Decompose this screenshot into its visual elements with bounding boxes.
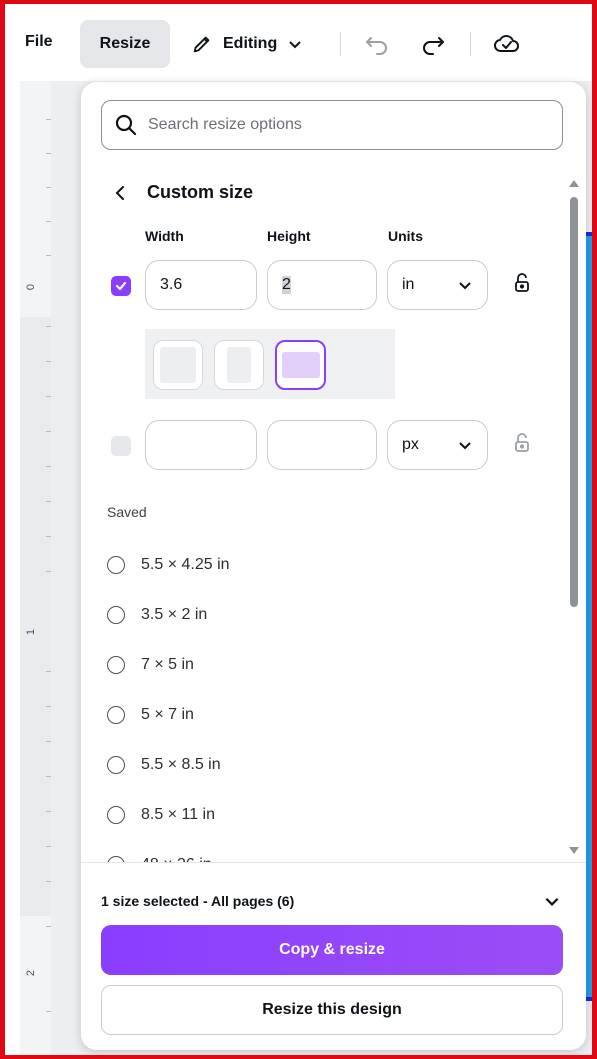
width-column-label: Width — [145, 228, 184, 244]
search-box[interactable] — [101, 100, 563, 150]
vertical-ruler: 0 1 2 — [20, 81, 51, 1055]
height-value: 2 — [282, 276, 291, 294]
size-row-checkbox[interactable] — [111, 436, 131, 456]
selection-summary[interactable]: 1 size selected - All pages (6) — [101, 893, 294, 909]
orientation-portrait[interactable] — [214, 340, 264, 390]
units-value: px — [402, 436, 419, 453]
saved-size-item[interactable]: 3.5 × 2 in — [107, 590, 547, 640]
resize-button[interactable]: Resize — [80, 20, 170, 68]
unlock-icon[interactable] — [513, 432, 531, 454]
size-row-checkbox[interactable] — [111, 276, 131, 296]
saved-size-label: 5.5 × 8.5 in — [141, 756, 221, 773]
ruler-label: 1 — [25, 628, 38, 636]
editing-mode-button[interactable]: Editing — [191, 26, 303, 62]
radio-button[interactable] — [107, 706, 125, 724]
editing-label: Editing — [223, 35, 278, 52]
check-icon — [115, 281, 127, 291]
app-window: File Resize Editing 0 1 2 Search resize … — [5, 4, 592, 1055]
saved-size-label: 5.5 × 4.25 in — [141, 556, 230, 573]
chevron-down-icon — [459, 442, 471, 450]
radio-button[interactable] — [107, 806, 125, 824]
units-select[interactable]: px — [387, 420, 488, 470]
units-column-label: Units — [388, 228, 423, 244]
pencil-icon — [193, 36, 210, 53]
saved-size-item[interactable]: 5.5 × 8.5 in — [107, 740, 547, 790]
back-chevron-icon[interactable] — [113, 185, 127, 201]
resize-design-button[interactable]: Resize this design — [101, 985, 563, 1035]
resize-button-label: Resize — [99, 35, 151, 52]
ruler-label: 2 — [25, 969, 38, 977]
saved-size-item[interactable]: 5.5 × 4.25 in — [107, 540, 547, 590]
saved-size-label: 8.5 × 11 in — [141, 806, 215, 823]
saved-size-label: 5 × 7 in — [141, 706, 194, 723]
orientation-landscape[interactable] — [275, 340, 326, 390]
orientation-square[interactable] — [153, 340, 203, 390]
chevron-down-icon[interactable] — [543, 892, 561, 910]
unlock-icon[interactable] — [513, 272, 531, 294]
saved-size-item[interactable]: 8.5 × 11 in — [107, 790, 547, 840]
saved-size-item[interactable]: 5 × 7 in — [107, 690, 547, 740]
height-column-label: Height — [267, 228, 311, 244]
saved-section-label: Saved — [107, 504, 147, 520]
radio-button[interactable] — [107, 556, 125, 574]
saved-sizes-list: 5.5 × 4.25 in 3.5 × 2 in 7 × 5 in 5 × 7 … — [107, 540, 547, 890]
chevron-down-icon — [289, 41, 301, 49]
toolbar-divider — [470, 32, 471, 56]
redo-icon[interactable] — [419, 30, 447, 58]
saved-size-label: 7 × 5 in — [141, 656, 194, 673]
width-value: 3.6 — [160, 276, 183, 293]
width-input[interactable] — [145, 420, 257, 470]
search-icon — [115, 114, 137, 136]
cloud-saved-icon[interactable] — [493, 30, 521, 58]
custom-size-header: Custom size — [113, 182, 253, 203]
undo-icon[interactable] — [363, 30, 391, 58]
resize-panel: Custom size Width Height Units 3.6 2 in — [81, 82, 586, 1050]
chevron-down-icon — [459, 282, 471, 290]
height-input[interactable]: 2 — [267, 260, 377, 310]
scrollbar-thumb[interactable] — [570, 197, 578, 607]
height-input[interactable] — [267, 420, 377, 470]
units-select[interactable]: in — [387, 260, 488, 310]
panel-title: Custom size — [147, 182, 254, 202]
ruler-label: 0 — [25, 283, 38, 291]
scroll-down-arrow-icon[interactable] — [569, 847, 579, 854]
file-menu[interactable]: File — [25, 33, 53, 51]
saved-size-label: 3.5 × 2 in — [141, 606, 208, 623]
saved-size-item[interactable]: 7 × 5 in — [107, 640, 547, 690]
radio-button[interactable] — [107, 656, 125, 674]
radio-button[interactable] — [107, 756, 125, 774]
copy-resize-button[interactable]: Copy & resize — [101, 925, 563, 975]
panel-footer: 1 size selected - All pages (6) Copy & r… — [81, 862, 586, 1050]
scroll-up-arrow-icon[interactable] — [569, 180, 579, 187]
search-input[interactable] — [148, 116, 528, 134]
radio-button[interactable] — [107, 606, 125, 624]
top-toolbar: File Resize Editing — [5, 4, 592, 81]
toolbar-divider — [340, 32, 341, 56]
width-input[interactable]: 3.6 — [145, 260, 257, 310]
units-value: in — [402, 276, 415, 293]
